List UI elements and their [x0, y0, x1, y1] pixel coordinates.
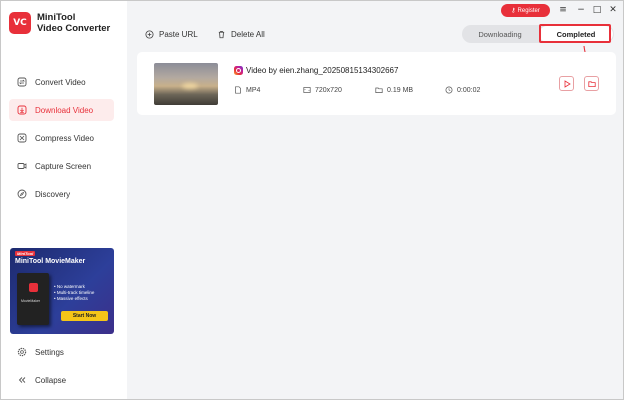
- trash-icon: [218, 30, 225, 39]
- app-window: VC MiniTool Video Converter Convert Vide…: [0, 0, 624, 400]
- moviemaker-promo-banner[interactable]: MiniTool MiniTool MovieMaker MovieMaker …: [10, 248, 114, 334]
- promo-title: MiniTool MovieMaker: [15, 258, 86, 265]
- promo-box-label: MovieMaker: [21, 299, 41, 303]
- key-icon: ⚷: [511, 8, 516, 14]
- promo-tag: MiniTool: [15, 251, 36, 256]
- instagram-icon: [234, 66, 243, 75]
- maximize-button[interactable]: □: [591, 4, 603, 16]
- app-title: MiniTool Video Converter: [37, 12, 111, 34]
- close-button[interactable]: ✕: [607, 4, 619, 16]
- settings-label: Settings: [35, 347, 64, 357]
- collapse-label: Collapse: [35, 375, 67, 385]
- register-label: Register: [517, 7, 540, 14]
- main-panel: ⚷ Register ≡ − □ ✕ Paste URL Delete All …: [127, 1, 623, 399]
- sidebar-item-discovery[interactable]: Discovery: [9, 183, 114, 205]
- paste-url-label: Paste URL: [159, 30, 198, 39]
- delete-all-button[interactable]: Delete All: [217, 30, 265, 39]
- resolution-icon: [303, 87, 311, 93]
- video-title: Video by eien.zhang_20250815134302667: [246, 66, 399, 75]
- convert-icon: [17, 77, 27, 87]
- video-format: MP4: [234, 86, 260, 94]
- delete-all-label: Delete All: [231, 30, 265, 39]
- file-icon: [235, 86, 241, 94]
- sidebar-item-label: Discovery: [35, 189, 71, 199]
- menu-icon[interactable]: ≡: [557, 4, 569, 16]
- video-thumbnail[interactable]: [154, 63, 218, 105]
- open-folder-button[interactable]: [584, 76, 599, 91]
- downloaded-video-item[interactable]: Video by eien.zhang_20250815134302667 MP…: [137, 52, 616, 115]
- promo-features: • No watermark • Multi-track timeline • …: [54, 284, 94, 302]
- double-chevron-left-icon: [17, 375, 27, 385]
- gear-icon: [17, 347, 27, 357]
- register-button[interactable]: ⚷ Register: [501, 4, 550, 17]
- moviemaker-logo-icon: [29, 283, 38, 292]
- compass-icon: [17, 189, 27, 199]
- promo-feature: • Massive effects: [54, 296, 88, 301]
- sidebar-item-convert-video[interactable]: Convert Video: [9, 71, 114, 93]
- download-icon: [17, 105, 27, 115]
- sidebar: VC MiniTool Video Converter Convert Vide…: [1, 1, 127, 399]
- video-size: 0.19 MB: [375, 86, 413, 94]
- start-now-button[interactable]: Start Now: [61, 311, 108, 321]
- sidebar-item-label: Convert Video: [35, 77, 86, 87]
- camera-icon: [17, 161, 27, 171]
- app-logo: VC: [9, 12, 31, 34]
- play-icon: [564, 79, 571, 88]
- tab-downloading[interactable]: Downloading: [462, 25, 538, 43]
- paste-url-button[interactable]: Paste URL: [145, 30, 198, 39]
- video-duration: 0:00:02: [445, 86, 480, 94]
- collapse-button[interactable]: Collapse: [9, 369, 114, 391]
- play-button[interactable]: [559, 76, 574, 91]
- completed-tab-highlight-box: [539, 24, 611, 43]
- plus-circle-icon: [145, 30, 154, 39]
- video-resolution: 720x720: [303, 86, 342, 94]
- minimize-button[interactable]: −: [575, 4, 587, 16]
- sidebar-item-label: Compress Video: [35, 133, 94, 143]
- sidebar-item-label: Download Video: [35, 105, 94, 115]
- settings-button[interactable]: Settings: [9, 341, 114, 363]
- moviemaker-box-image: MovieMaker: [17, 273, 49, 325]
- sidebar-item-capture-screen[interactable]: Capture Screen: [9, 155, 114, 177]
- folder-icon: [375, 87, 383, 93]
- sidebar-item-download-video[interactable]: Download Video: [9, 99, 114, 121]
- compress-icon: [17, 133, 27, 143]
- sidebar-item-compress-video[interactable]: Compress Video: [9, 127, 114, 149]
- clock-icon: [445, 86, 453, 94]
- sidebar-item-label: Capture Screen: [35, 161, 92, 171]
- folder-icon: [587, 80, 596, 87]
